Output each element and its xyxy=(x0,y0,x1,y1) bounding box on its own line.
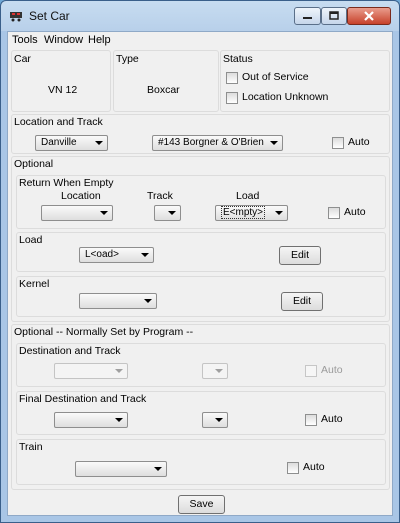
menu-tools[interactable]: Tools xyxy=(12,34,38,46)
kernel-panel: Kernel Edit xyxy=(16,276,386,317)
rwe-auto-checkbox[interactable] xyxy=(328,207,340,219)
destination-track-select[interactable] xyxy=(202,363,228,379)
location-track-label: Location and Track xyxy=(14,116,103,128)
rwe-location-select[interactable] xyxy=(41,205,113,221)
rwe-track-header: Track xyxy=(147,190,173,202)
chevron-down-icon xyxy=(100,211,108,215)
chevron-down-icon xyxy=(115,418,123,422)
type-value: Boxcar xyxy=(147,84,180,96)
load-edit-button[interactable]: Edit xyxy=(279,246,321,265)
optional-program-panel: Optional -- Normally Set by Program -- D… xyxy=(11,324,390,490)
rwe-load-select[interactable]: E<mpty> xyxy=(215,205,288,221)
kernel-select[interactable] xyxy=(79,293,157,309)
track-select-value: #143 Borgner & O'Brien xyxy=(158,137,264,148)
close-button[interactable] xyxy=(347,7,391,25)
train-auto-label: Auto xyxy=(303,461,325,473)
chevron-down-icon xyxy=(275,211,283,215)
car-value: VN 12 xyxy=(48,84,78,96)
track-select[interactable]: #143 Borgner & O'Brien xyxy=(152,135,283,151)
final-destination-auto-label: Auto xyxy=(321,413,343,425)
chevron-down-icon xyxy=(95,141,103,145)
train-auto-checkbox[interactable] xyxy=(287,462,299,474)
destination-label: Destination and Track xyxy=(19,345,121,357)
out-of-service-checkbox[interactable] xyxy=(226,72,238,84)
type-panel: Type Boxcar xyxy=(113,50,219,112)
destination-select[interactable] xyxy=(54,363,128,379)
chevron-down-icon xyxy=(168,211,176,215)
destination-auto-checkbox[interactable] xyxy=(305,365,317,377)
load-label: Load xyxy=(19,234,43,246)
maximize-icon xyxy=(329,11,339,20)
title-bar[interactable]: Set Car xyxy=(1,1,399,31)
location-unknown-checkbox[interactable] xyxy=(226,92,238,104)
load-panel: Load L<oad> Edit xyxy=(16,232,386,272)
menu-help[interactable]: Help xyxy=(88,34,111,46)
load-select-value: L<oad> xyxy=(85,249,119,260)
chevron-down-icon xyxy=(115,369,123,373)
rwe-location-header: Location xyxy=(61,190,101,202)
chevron-down-icon xyxy=(215,369,223,373)
chevron-down-icon xyxy=(215,418,223,422)
final-destination-panel: Final Destination and Track Auto xyxy=(16,391,386,435)
minimize-button[interactable] xyxy=(294,7,321,25)
load-select[interactable]: L<oad> xyxy=(79,247,154,263)
set-car-window: Set Car Tools Window Help Car VN 12 Type… xyxy=(0,0,400,523)
menu-bar: Tools Window Help xyxy=(8,32,392,48)
train-select[interactable] xyxy=(75,461,167,477)
train-panel: Train Auto xyxy=(16,439,386,485)
train-car-icon xyxy=(10,12,22,22)
rwe-load-header: Load xyxy=(236,190,260,202)
location-unknown-label: Location Unknown xyxy=(242,91,329,103)
destination-auto-label: Auto xyxy=(321,364,343,376)
status-panel: Status Out of Service Location Unknown xyxy=(220,50,390,112)
optional-label: Optional xyxy=(14,158,54,170)
kernel-label: Kernel xyxy=(19,278,50,290)
final-destination-auto-checkbox[interactable] xyxy=(305,414,317,426)
client-area: Tools Window Help Car VN 12 Type Boxcar … xyxy=(7,31,393,516)
window-title: Set Car xyxy=(29,9,70,23)
chevron-down-icon xyxy=(144,299,152,303)
chevron-down-icon xyxy=(154,467,162,471)
rwe-track-select[interactable] xyxy=(154,205,181,221)
optional-program-label: Optional -- Normally Set by Program -- xyxy=(14,326,194,338)
car-panel: Car VN 12 xyxy=(11,50,111,112)
return-when-empty-label: Return When Empty xyxy=(19,177,114,189)
location-auto-checkbox[interactable] xyxy=(332,137,344,149)
save-button[interactable]: Save xyxy=(178,495,225,514)
close-icon xyxy=(364,11,374,21)
out-of-service-label: Out of Service xyxy=(242,71,309,83)
maximize-button[interactable] xyxy=(321,7,347,25)
location-select[interactable]: Danville xyxy=(35,135,108,151)
final-destination-track-select[interactable] xyxy=(202,412,228,428)
minimize-icon xyxy=(303,17,312,19)
menu-window[interactable]: Window xyxy=(44,34,83,46)
train-label: Train xyxy=(19,441,43,453)
location-track-panel: Location and Track Danville #143 Borgner… xyxy=(11,114,390,154)
location-select-value: Danville xyxy=(41,137,77,148)
kernel-edit-button[interactable]: Edit xyxy=(281,292,323,311)
final-destination-select[interactable] xyxy=(54,412,128,428)
type-label: Type xyxy=(116,53,139,65)
status-label: Status xyxy=(223,53,253,65)
return-when-empty-panel: Return When Empty Location Track Load E<… xyxy=(16,175,386,229)
optional-panel: Optional Return When Empty Location Trac… xyxy=(11,156,390,322)
final-destination-label: Final Destination and Track xyxy=(19,393,147,405)
car-label: Car xyxy=(14,53,31,65)
chevron-down-icon xyxy=(270,141,278,145)
location-auto-label: Auto xyxy=(348,136,370,148)
destination-panel: Destination and Track Auto xyxy=(16,343,386,387)
rwe-load-value: E<mpty> xyxy=(221,206,266,219)
rwe-auto-label: Auto xyxy=(344,206,366,218)
chevron-down-icon xyxy=(141,253,149,257)
